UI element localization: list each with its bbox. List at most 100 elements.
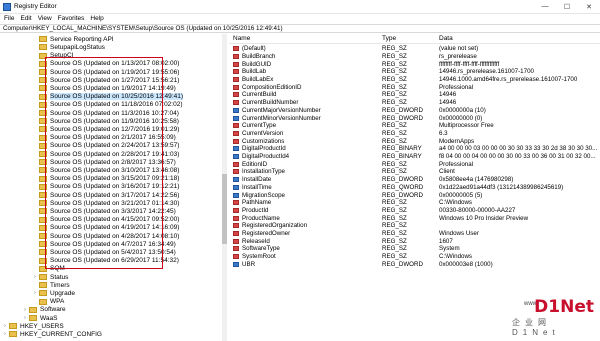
value-row[interactable]: DigitalProductId REG_BINARY a4 00 00 00 03… xyxy=(229,145,600,153)
folder-icon xyxy=(39,192,47,199)
value-row[interactable]: InstallDate REG_DWORD 0x5808ee4a (14769802… xyxy=(229,176,600,184)
column-header-type[interactable]: Type xyxy=(382,34,396,43)
value-type: REG_BINARY xyxy=(382,145,422,153)
value-row[interactable]: RegisteredOwner REG_SZ Windows User xyxy=(229,230,600,238)
value-name: BuildBranch xyxy=(242,52,276,60)
folder-icon xyxy=(39,36,47,43)
string-value-icon xyxy=(233,84,239,90)
binary-value-icon xyxy=(233,261,239,267)
address-bar[interactable]: Computer\HKEY_LOCAL_MACHINE\SYSTEM\Setup… xyxy=(0,24,600,33)
tree-item[interactable]: › HKEY_CURRENT_CONFIG xyxy=(2,330,102,339)
string-value-icon xyxy=(233,46,239,52)
value-row[interactable]: BuildGUID REG_SZ ffffffff-ffff-ffff-ffff-f… xyxy=(229,60,600,68)
value-data: Windows User xyxy=(439,230,479,238)
value-row[interactable]: CurrentVersion REG_SZ 6.3 xyxy=(229,130,600,138)
string-value-icon xyxy=(233,254,239,260)
tree-item-label: Source OS (Updated on 1/27/2017 15:56:21… xyxy=(50,76,180,84)
value-row[interactable]: BuildLab REG_SZ 14946.rs_prerelease.161007… xyxy=(229,68,600,76)
value-name: CurrentMinorVersionNumber xyxy=(242,114,321,122)
value-data: System xyxy=(439,245,460,253)
value-name: ProductId xyxy=(242,206,269,214)
minimize-button[interactable]: — xyxy=(534,0,556,13)
registry-app-icon xyxy=(3,2,11,11)
value-name: BuildGUID xyxy=(242,60,272,68)
expand-chevron-icon[interactable]: › xyxy=(22,315,28,321)
tree-scrollbar[interactable] xyxy=(222,34,227,341)
folder-icon xyxy=(39,249,47,256)
value-data: Professional xyxy=(439,160,474,168)
expand-chevron-icon[interactable]: › xyxy=(32,290,38,296)
string-value-icon xyxy=(233,215,239,221)
tree-item-label: WPA xyxy=(50,298,65,306)
value-type: REG_DWORD xyxy=(382,106,423,114)
value-row[interactable]: RegisteredOrganization REG_SZ xyxy=(229,222,600,230)
tree-scrollbar-thumb[interactable] xyxy=(222,174,227,244)
value-row[interactable]: (Default) REG_SZ (value not set) xyxy=(229,45,600,53)
value-type: REG_SZ xyxy=(382,122,407,130)
expand-chevron-icon[interactable]: › xyxy=(2,331,8,337)
menu-file[interactable]: File xyxy=(4,15,14,22)
expand-chevron-icon[interactable]: › xyxy=(32,274,38,280)
value-row[interactable]: ReleaseId REG_SZ 1607 xyxy=(229,238,600,246)
value-row[interactable]: CurrentBuild REG_SZ 14946 xyxy=(229,91,600,99)
expand-chevron-icon[interactable]: › xyxy=(22,307,28,313)
tree-item-label: Source OS (Updated on 11/9/2016 10:25:58… xyxy=(50,117,179,125)
value-row[interactable]: CurrentMinorVersionNumber REG_DWORD 0x0000… xyxy=(229,114,600,122)
string-value-icon xyxy=(233,161,239,167)
value-row[interactable]: CurrentType REG_SZ Multiprocessor Free xyxy=(229,122,600,130)
value-row[interactable]: DigitalProductId4 REG_BINARY f8 04 00 00 0… xyxy=(229,153,600,161)
expand-chevron-icon[interactable]: › xyxy=(2,323,8,329)
value-data: 0x00000000 (0) xyxy=(439,114,483,122)
value-row[interactable]: EditionID REG_SZ Professional xyxy=(229,161,600,169)
menu-edit[interactable]: Edit xyxy=(20,15,31,22)
value-type: REG_DWORD xyxy=(382,176,423,184)
value-row[interactable]: BuildBranch REG_SZ rs_prerelease xyxy=(229,53,600,61)
value-name: Customizations xyxy=(242,137,285,145)
folder-icon xyxy=(39,241,47,248)
menu-favorites[interactable]: Favorites xyxy=(58,15,85,22)
folder-icon xyxy=(39,93,47,100)
value-row[interactable]: PathName REG_SZ C:\Windows xyxy=(229,199,600,207)
binary-value-icon xyxy=(233,115,239,121)
value-data: 0x00000005 (5) xyxy=(439,191,483,199)
value-row[interactable]: ProductId REG_SZ 00330-80000-00000-AA227 xyxy=(229,207,600,215)
value-row[interactable]: InstallTime REG_QWORD 0x1d22aed91a44df3 (1… xyxy=(229,184,600,192)
value-type: REG_SZ xyxy=(382,237,407,245)
value-name: UBR xyxy=(242,260,256,268)
close-button[interactable]: ✕ xyxy=(578,0,600,13)
maximize-button[interactable]: ☐ xyxy=(556,0,578,13)
value-row[interactable]: ProductName REG_SZ Windows 10 Pro Insider … xyxy=(229,214,600,222)
folder-icon xyxy=(39,44,47,51)
folder-icon xyxy=(39,118,47,125)
value-row[interactable]: MigrationScope REG_DWORD 0x00000005 (5) xyxy=(229,191,600,199)
value-row[interactable]: UBR REG_DWORD 0x000003e8 (1000) xyxy=(229,261,600,269)
watermark-logo: D1Net xyxy=(534,297,594,317)
value-type: REG_BINARY xyxy=(382,153,422,161)
column-header-name[interactable]: Name xyxy=(233,34,250,43)
tree-item-label: SQM xyxy=(50,265,65,273)
tree-item-label: Timers xyxy=(50,281,70,289)
menu-view[interactable]: View xyxy=(38,15,52,22)
value-row[interactable]: SoftwareType REG_SZ System xyxy=(229,245,600,253)
folder-icon xyxy=(39,290,47,297)
value-row[interactable]: CurrentBuildNumber REG_SZ 14946 xyxy=(229,99,600,107)
value-data: 14946 xyxy=(439,99,457,107)
value-row[interactable]: Customizations REG_SZ ModernApps xyxy=(229,137,600,145)
value-row[interactable]: InstallationType REG_SZ Client xyxy=(229,168,600,176)
tree-item-label: Source OS (Updated on 10/25/2016 12:49:4… xyxy=(50,93,183,101)
value-data: Windows 10 Pro Insider Preview xyxy=(439,214,529,222)
value-name: InstallDate xyxy=(242,176,272,184)
value-row[interactable]: BuildLabEx REG_SZ 14946.1000.amd64fre.rs_p… xyxy=(229,76,600,84)
value-name: BuildLab xyxy=(242,68,267,76)
column-header-data[interactable]: Data xyxy=(439,34,453,43)
value-name: DigitalProductId4 xyxy=(242,153,290,161)
folder-icon xyxy=(39,126,47,133)
tree-item-label: Source OS (Updated on 12/7/2016 19:01:29… xyxy=(50,125,180,133)
value-type: REG_SZ xyxy=(382,253,407,261)
folder-icon xyxy=(39,183,47,190)
value-row[interactable]: SystemRoot REG_SZ C:\Windows xyxy=(229,253,600,261)
value-row[interactable]: CompositionEditionID REG_SZ Professional xyxy=(229,84,600,92)
value-row[interactable]: CurrentMajorVersionNumber REG_DWORD 0x0000… xyxy=(229,107,600,115)
menu-help[interactable]: Help xyxy=(90,15,103,22)
value-name: InstallationType xyxy=(242,168,285,176)
